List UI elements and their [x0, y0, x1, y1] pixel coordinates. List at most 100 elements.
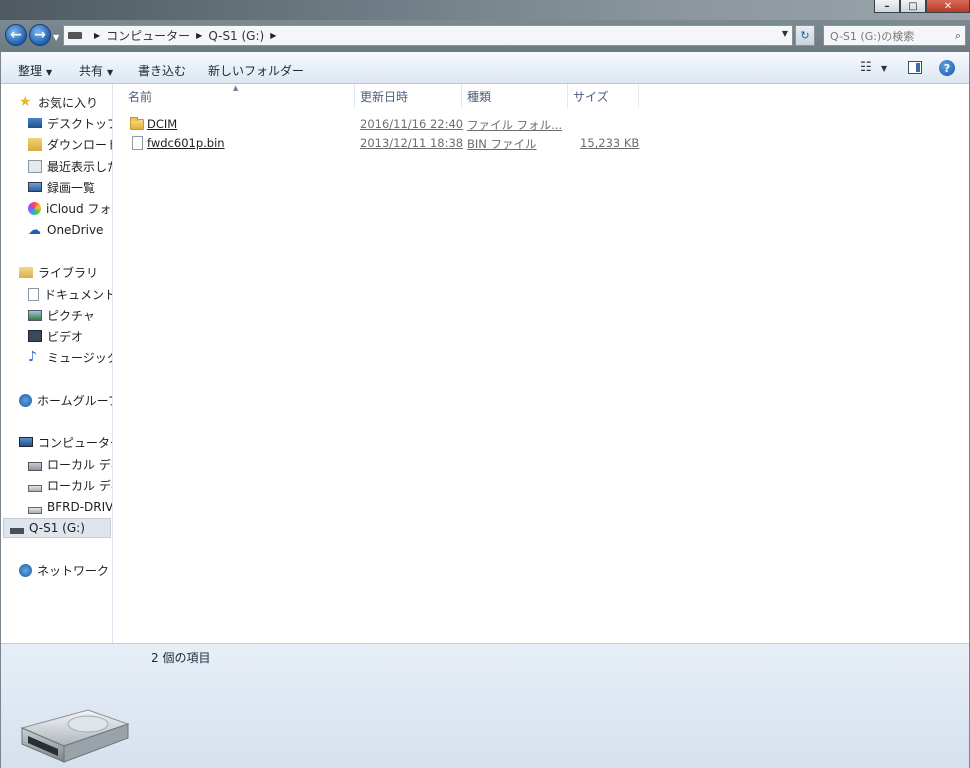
details-pane: 2 個の項目 [0, 643, 970, 768]
sidebar-item-icloud-photos[interactable]: iCloud フォト [28, 198, 112, 218]
sidebar-item-label: 最近表示した [47, 159, 113, 174]
sidebar-item-favorites[interactable]: ★ お気に入り [19, 92, 98, 112]
window-controls: – □ ✕ [874, 0, 970, 13]
file-type: BIN ファイル [467, 137, 537, 151]
sidebar-item-videos[interactable]: ビデオ [28, 326, 83, 346]
sidebar-item-local-disk-c[interactable]: ローカル ディ [28, 454, 112, 474]
sidebar-item-label: OneDrive [47, 223, 104, 237]
search-input[interactable]: Q-S1 (G:)の検索 ⌕ [823, 25, 966, 46]
downloads-icon [28, 137, 42, 151]
cloud-icon: ☁ [28, 222, 41, 238]
sidebar-item-label: デスクトップ [47, 116, 113, 131]
file-name[interactable]: fwdc601p.bin [147, 136, 225, 150]
document-icon [28, 287, 39, 301]
new-folder-button[interactable]: 新しいフォルダー [208, 62, 304, 79]
monitor-icon [28, 182, 42, 192]
close-button[interactable]: ✕ [926, 0, 970, 13]
sidebar-item-label: ローカル ディ [47, 457, 112, 472]
sidebar-item-bfrd-drive[interactable]: BFRD-DRIVE [28, 497, 113, 517]
window-border [0, 52, 1, 768]
chevron-down-icon: ▼ [46, 68, 53, 77]
folder-icon [130, 117, 144, 130]
search-placeholder: Q-S1 (G:)の検索 [830, 29, 915, 43]
desktop-icon [28, 118, 42, 128]
table-row[interactable]: DCIM 2016/11/16 22:40 ファイル フォル... [113, 115, 643, 134]
sidebar-item-music[interactable]: ♪ ミュージック [28, 347, 112, 367]
drive-icon [28, 506, 42, 514]
item-count: 2 個の項目 [151, 651, 211, 665]
recent-pages-dropdown[interactable]: ▼ [53, 33, 59, 42]
sidebar-item-local-disk-d[interactable]: ローカル ディ [28, 475, 112, 495]
sidebar-item-label: BFRD-DRIVE [47, 500, 113, 514]
sidebar-item-documents[interactable]: ドキュメント [28, 284, 112, 304]
video-icon [28, 330, 42, 342]
sidebar-item-q-s1[interactable]: Q-S1 (G:) [3, 518, 111, 538]
pictures-icon [28, 309, 42, 321]
address-dropdown-icon[interactable]: ▼ [782, 29, 788, 38]
refresh-button[interactable]: ↻ [795, 25, 815, 46]
chevron-down-icon: ▼ [107, 68, 114, 77]
sidebar-item-label: ピクチャ [47, 308, 95, 323]
burn-button[interactable]: 書き込む [138, 62, 186, 79]
forward-button[interactable]: → [29, 24, 51, 46]
removable-drive-icon [10, 528, 24, 534]
file-list-view: ▲ 名前 更新日時 種類 サイズ DCIM 2016/11/16 22:40 フ… [113, 84, 970, 643]
sidebar-item-homegroup[interactable]: ホームグループ [19, 390, 113, 410]
title-bar: – □ ✕ [0, 0, 970, 20]
minimize-button[interactable]: – [874, 0, 900, 13]
breadcrumb-computer[interactable]: コンピューター [106, 27, 190, 44]
view-options-icon[interactable]: ☷ [860, 60, 872, 75]
file-date: 2016/11/16 22:40 [360, 117, 464, 131]
sidebar-item-downloads[interactable]: ダウンロード [28, 134, 113, 154]
breadcrumb-drive[interactable]: Q-S1 (G:) [208, 29, 264, 43]
file-icon [132, 136, 143, 150]
table-row[interactable]: fwdc601p.bin 2013/12/11 18:38 BIN ファイル 1… [113, 134, 643, 153]
drive-icon [28, 484, 42, 492]
sidebar-item-recordings[interactable]: 録画一覧 [28, 177, 95, 197]
star-icon: ★ [19, 93, 32, 110]
chevron-down-icon[interactable]: ▼ [881, 64, 887, 73]
column-header-size[interactable]: サイズ [568, 84, 639, 108]
system-drive-icon [28, 461, 42, 471]
breadcrumb-chevron-icon[interactable]: ▶ [196, 31, 202, 40]
sidebar-item-label: ダウンロード [47, 137, 113, 152]
column-header-date[interactable]: 更新日時 [355, 84, 462, 108]
organize-button[interactable]: 整理 ▼ [18, 62, 52, 79]
sidebar-item-label: Q-S1 (G:) [29, 521, 85, 535]
sidebar-item-pictures[interactable]: ピクチャ [28, 305, 95, 325]
breadcrumb-chevron-icon[interactable]: ▶ [94, 31, 100, 40]
sidebar-item-label: お気に入り [38, 95, 99, 110]
sidebar-item-label: iCloud フォト [46, 201, 112, 216]
maximize-button[interactable]: □ [900, 0, 926, 13]
column-header-name[interactable]: 名前 [123, 84, 355, 108]
library-icon [19, 266, 33, 278]
music-note-icon: ♪ [28, 348, 37, 365]
file-date: 2013/12/11 18:38 [360, 136, 464, 150]
sidebar-item-computer[interactable]: コンピューター [19, 432, 112, 452]
command-toolbar: 整理 ▼ 共有 ▼ 書き込む 新しいフォルダー ☷ ▼ ? [0, 52, 970, 84]
file-name[interactable]: DCIM [147, 117, 177, 131]
back-button[interactable]: ← [5, 24, 27, 46]
computer-icon [19, 437, 33, 447]
sidebar-item-desktop[interactable]: デスクトップ [28, 113, 113, 133]
organize-label: 整理 [18, 64, 43, 78]
sidebar-item-recent[interactable]: 最近表示した [28, 156, 113, 176]
share-button[interactable]: 共有 ▼ [79, 62, 113, 79]
sidebar-item-label: ホームグループ [37, 393, 113, 408]
column-header-type[interactable]: 種類 [462, 84, 568, 108]
file-size: 15,233 KB [580, 136, 640, 150]
breadcrumb-chevron-icon[interactable]: ▶ [270, 31, 276, 40]
sidebar-item-libraries[interactable]: ライブラリ [19, 262, 98, 282]
sidebar-item-label: ローカル ディ [47, 478, 112, 493]
navigation-bar: ← → ▼ ▶ コンピューター ▶ Q-S1 (G:) ▶ ▼ ↻ Q-S1 (… [0, 20, 970, 52]
drive-icon [68, 32, 82, 39]
search-icon[interactable]: ⌕ [955, 29, 961, 43]
navigation-pane: ★ お気に入り デスクトップ ダウンロード 最近表示した 録画一覧 iCloud… [0, 84, 113, 643]
help-icon[interactable]: ? [939, 60, 955, 76]
sidebar-item-onedrive[interactable]: ☁ OneDrive [28, 220, 103, 240]
recent-places-icon [28, 159, 42, 173]
sidebar-item-network[interactable]: ネットワーク [19, 560, 109, 580]
address-bar[interactable]: ▶ コンピューター ▶ Q-S1 (G:) ▶ ▼ [63, 25, 793, 46]
preview-pane-icon[interactable] [908, 61, 922, 74]
share-label: 共有 [79, 64, 104, 78]
